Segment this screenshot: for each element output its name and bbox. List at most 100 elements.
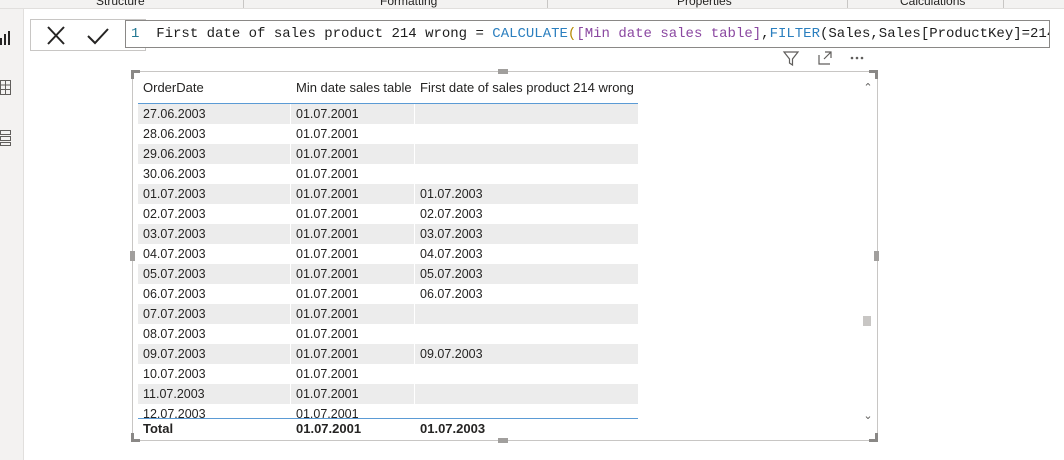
cell-orderdate: 02.07.2003 [143, 207, 206, 221]
table-row[interactable]: 30.06.2003 01.07.2001 [138, 164, 638, 184]
table-row[interactable]: 12.07.2003 01.07.2001 [138, 404, 638, 418]
cell-min-date: 01.07.2001 [296, 207, 359, 221]
column-divider[interactable] [414, 104, 415, 418]
cell-min-date: 01.07.2001 [296, 187, 359, 201]
cell-orderdate: 06.07.2003 [143, 287, 206, 301]
cell-min-date: 01.07.2001 [296, 107, 359, 121]
table-total-row: Total 01.07.2001 01.07.2003 [138, 418, 638, 438]
scroll-up-icon[interactable]: ⌃ [862, 82, 874, 94]
cell-first-date: 02.07.2003 [420, 207, 483, 221]
cell-first-date: 09.07.2003 [420, 347, 483, 361]
cell-min-date: 01.07.2001 [296, 287, 359, 301]
cell-first-date: 04.07.2003 [420, 247, 483, 261]
cell-orderdate: 05.07.2003 [143, 267, 206, 281]
filter-icon[interactable] [782, 49, 800, 67]
comma: , [761, 26, 770, 42]
cell-orderdate: 07.07.2003 [143, 307, 206, 321]
total-min-date: 01.07.2001 [296, 421, 362, 436]
table-body: 27.06.2003 01.07.2001 28.06.2003 01.07.200… [138, 104, 638, 418]
ribbon-separator [547, 0, 548, 8]
cell-first-date: 06.07.2003 [420, 287, 483, 301]
table-header: OrderDate Min date sales table First dat… [138, 76, 638, 104]
cell-orderdate: 30.06.2003 [143, 167, 206, 181]
cell-min-date: 01.07.2001 [296, 367, 359, 381]
measure-name: First date of sales product 214 wrong [156, 26, 468, 42]
column-divider[interactable] [290, 104, 291, 418]
ribbon-separator [847, 0, 848, 8]
cell-orderdate: 08.07.2003 [143, 327, 206, 341]
data-view-icon[interactable] [0, 79, 12, 97]
total-label: Total [143, 421, 174, 436]
ribbon-separator [243, 0, 244, 8]
table-row[interactable]: 01.07.2003 01.07.2001 01.07.2003 [138, 184, 638, 204]
cell-min-date: 01.07.2001 [296, 247, 359, 261]
scrollbar-thumb[interactable] [863, 316, 871, 326]
filter-function: FILTER [769, 26, 820, 42]
column-header-first-date-wrong[interactable]: First date of sales product 214 wrong [420, 80, 634, 95]
focus-mode-icon[interactable] [816, 49, 834, 67]
dax-formula-input[interactable]: 1 First date of sales product 214 wrong … [125, 20, 1050, 48]
ribbon-group-calculations[interactable]: Calculations [900, 0, 965, 8]
scroll-down-icon[interactable]: ⌄ [862, 410, 874, 422]
table-row[interactable]: 07.07.2003 01.07.2001 [138, 304, 638, 324]
table-row[interactable]: 29.06.2003 01.07.2001 [138, 144, 638, 164]
view-switcher-rail [0, 9, 24, 460]
resize-handle-top[interactable] [498, 69, 508, 74]
cell-orderdate: 12.07.2003 [143, 407, 206, 418]
cell-min-date: 01.07.2001 [296, 167, 359, 181]
table-row[interactable]: 27.06.2003 01.07.2001 [138, 104, 638, 124]
table-row[interactable]: 28.06.2003 01.07.2001 [138, 124, 638, 144]
ribbon-group-structure[interactable]: Structure [96, 0, 145, 8]
cell-orderdate: 03.07.2003 [143, 227, 206, 241]
calculate-function: CALCULATE [492, 26, 568, 42]
cell-min-date: 01.07.2001 [296, 127, 359, 141]
cell-min-date: 01.07.2001 [296, 407, 359, 418]
cell-orderdate: 10.07.2003 [143, 367, 206, 381]
table-row[interactable]: 03.07.2003 01.07.2001 03.07.2003 [138, 224, 638, 244]
table-vertical-scrollbar[interactable]: ⌃ ⌄ [860, 80, 876, 424]
more-options-icon[interactable] [848, 49, 866, 67]
resize-handle-left[interactable] [130, 251, 135, 261]
report-view-icon[interactable] [0, 29, 12, 47]
column-header-orderdate[interactable]: OrderDate [143, 80, 204, 95]
table-row[interactable]: 04.07.2003 01.07.2001 04.07.2003 [138, 244, 638, 264]
table-row[interactable]: 05.07.2003 01.07.2001 05.07.2003 [138, 264, 638, 284]
column-header-min-date[interactable]: Min date sales table [296, 80, 412, 95]
ribbon-group-properties[interactable]: Properties [677, 0, 732, 8]
cell-orderdate: 04.07.2003 [143, 247, 206, 261]
cell-min-date: 01.07.2001 [296, 267, 359, 281]
cell-orderdate: 27.06.2003 [143, 107, 206, 121]
ribbon-separator [1003, 0, 1004, 8]
cell-min-date: 01.07.2001 [296, 307, 359, 321]
resize-handle-bottom[interactable] [498, 438, 508, 443]
cell-orderdate: 29.06.2003 [143, 147, 206, 161]
formula-bar: 1 First date of sales product 214 wrong … [24, 9, 1064, 58]
cell-min-date: 01.07.2001 [296, 347, 359, 361]
cell-first-date: 03.07.2003 [420, 227, 483, 241]
line-number: 1 [131, 26, 140, 42]
total-first-date: 01.07.2003 [420, 421, 486, 436]
resize-handle-bottom-right[interactable] [869, 433, 878, 442]
cell-first-date: 01.07.2003 [420, 187, 483, 201]
cell-orderdate: 11.07.2003 [143, 387, 205, 401]
cell-min-date: 01.07.2001 [296, 147, 359, 161]
table-row[interactable]: 08.07.2003 01.07.2001 [138, 324, 638, 344]
table-row[interactable]: 09.07.2003 01.07.2001 09.07.2003 [138, 344, 638, 364]
measure-reference: [Min date sales table] [576, 26, 762, 42]
ribbon-group-formatting[interactable]: Formatting [380, 0, 437, 8]
cell-orderdate: 01.07.2003 [143, 187, 206, 201]
table-row[interactable]: 10.07.2003 01.07.2001 [138, 364, 638, 384]
close-icon[interactable] [43, 24, 69, 48]
cell-orderdate: 28.06.2003 [143, 127, 206, 141]
table-row[interactable]: 11.07.2003 01.07.2001 [138, 384, 638, 404]
model-view-icon[interactable] [0, 129, 12, 147]
ribbon-group-labels: Structure Formatting Properties Calculat… [0, 0, 1064, 9]
filter-arguments: (Sales,Sales[ProductKey]=214) [820, 26, 1050, 42]
table-row[interactable]: 06.07.2003 01.07.2001 06.07.2003 [138, 284, 638, 304]
resize-handle-top-right[interactable] [869, 70, 878, 79]
equals-sign: = [467, 26, 493, 42]
cell-min-date: 01.07.2001 [296, 227, 359, 241]
table-row[interactable]: 02.07.2003 01.07.2001 02.07.2003 [138, 204, 638, 224]
checkmark-icon[interactable] [85, 24, 111, 48]
power-bi-report-canvas: Structure Formatting Properties Calculat… [0, 0, 1064, 460]
